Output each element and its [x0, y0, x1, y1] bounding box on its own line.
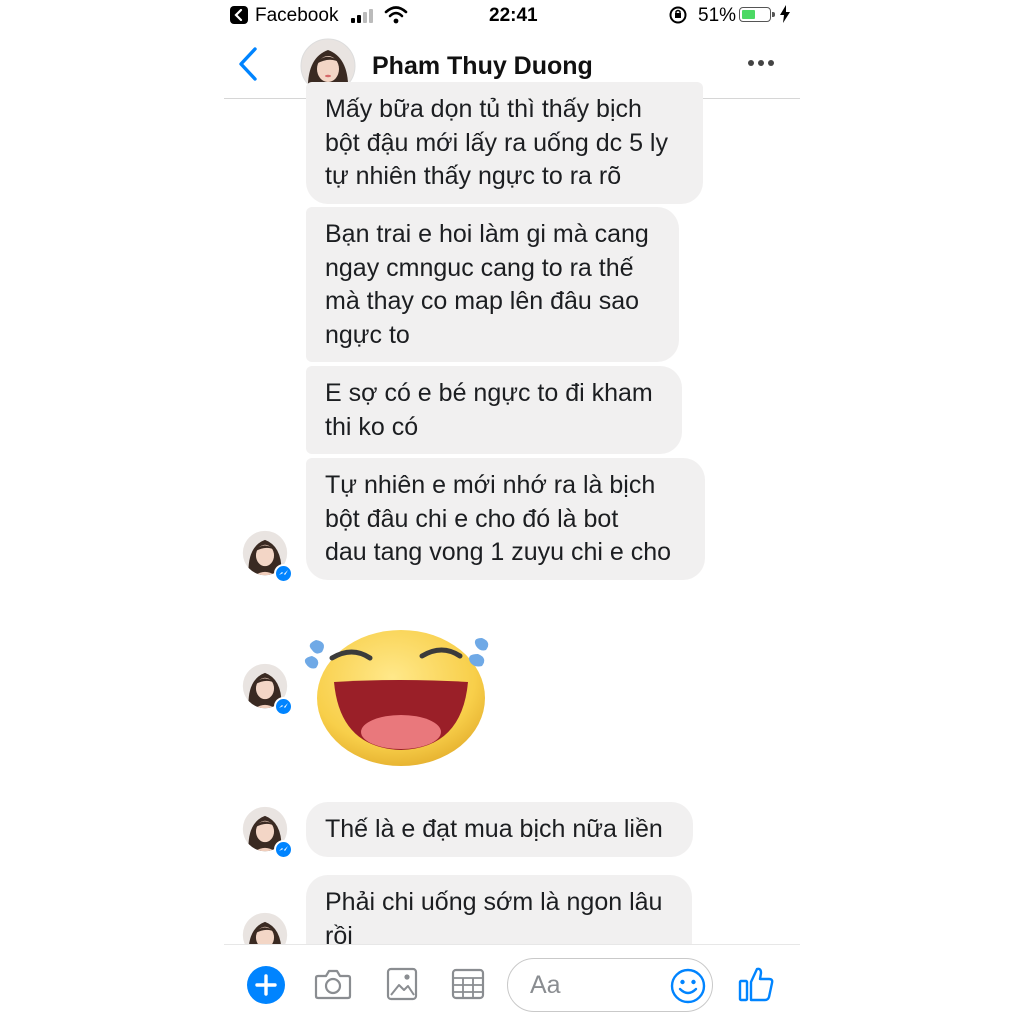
emoji-smile-icon[interactable]	[670, 968, 706, 1004]
thumbs-up-icon[interactable]	[738, 965, 774, 1003]
clock: 22:41	[489, 5, 538, 26]
message-input-pill[interactable]	[507, 958, 713, 1012]
sender-avatar[interactable]	[242, 663, 293, 716]
gallery-icon[interactable]	[386, 967, 418, 1001]
back-to-app-icon[interactable]	[230, 6, 248, 24]
status-bar: Facebook 22:41 51%	[224, 0, 800, 32]
message-bubble[interactable]: Tự nhiên e mới nhớ ra là bịch bột đâu ch…	[306, 458, 705, 580]
add-plus-icon[interactable]	[246, 965, 286, 1005]
messenger-badge-icon	[274, 697, 293, 716]
sender-avatar[interactable]	[242, 806, 293, 859]
message-input[interactable]	[528, 969, 652, 1001]
message-bubble[interactable]: Bạn trai e hoi làm gi mà cang ngay cmngu…	[306, 207, 679, 362]
contact-name[interactable]: Pham Thuy Duong	[372, 52, 593, 81]
message-bubble[interactable]: Mấy bữa dọn tủ thì thấy bịch bột đậu mới…	[306, 82, 703, 204]
camera-icon[interactable]	[314, 967, 352, 1001]
cellular-signal-icon	[351, 9, 377, 23]
sender-avatar[interactable]	[242, 530, 293, 583]
messenger-screen: Facebook 22:41 51% Pham Thuy Duong Mấy b…	[224, 0, 800, 1024]
grid-table-icon[interactable]	[451, 968, 485, 1000]
laughing-tears-sticker[interactable]	[304, 630, 494, 770]
orientation-lock-icon	[669, 6, 687, 24]
charging-bolt-icon	[780, 5, 790, 23]
messenger-badge-icon	[274, 564, 293, 583]
more-options-icon[interactable]	[748, 60, 778, 68]
back-chevron-icon[interactable]	[236, 46, 260, 82]
messenger-badge-icon	[274, 840, 293, 859]
battery-percent: 51%	[698, 5, 737, 26]
composer-bar	[224, 944, 800, 1024]
wifi-icon	[384, 6, 408, 24]
back-to-app-label[interactable]: Facebook	[255, 5, 338, 27]
message-bubble[interactable]: E sợ có e bé ngực to đi kham thi ko có	[306, 366, 682, 454]
battery-icon	[739, 7, 775, 22]
message-bubble[interactable]: Thế là e đạt mua bịch nữa liền	[306, 802, 693, 857]
